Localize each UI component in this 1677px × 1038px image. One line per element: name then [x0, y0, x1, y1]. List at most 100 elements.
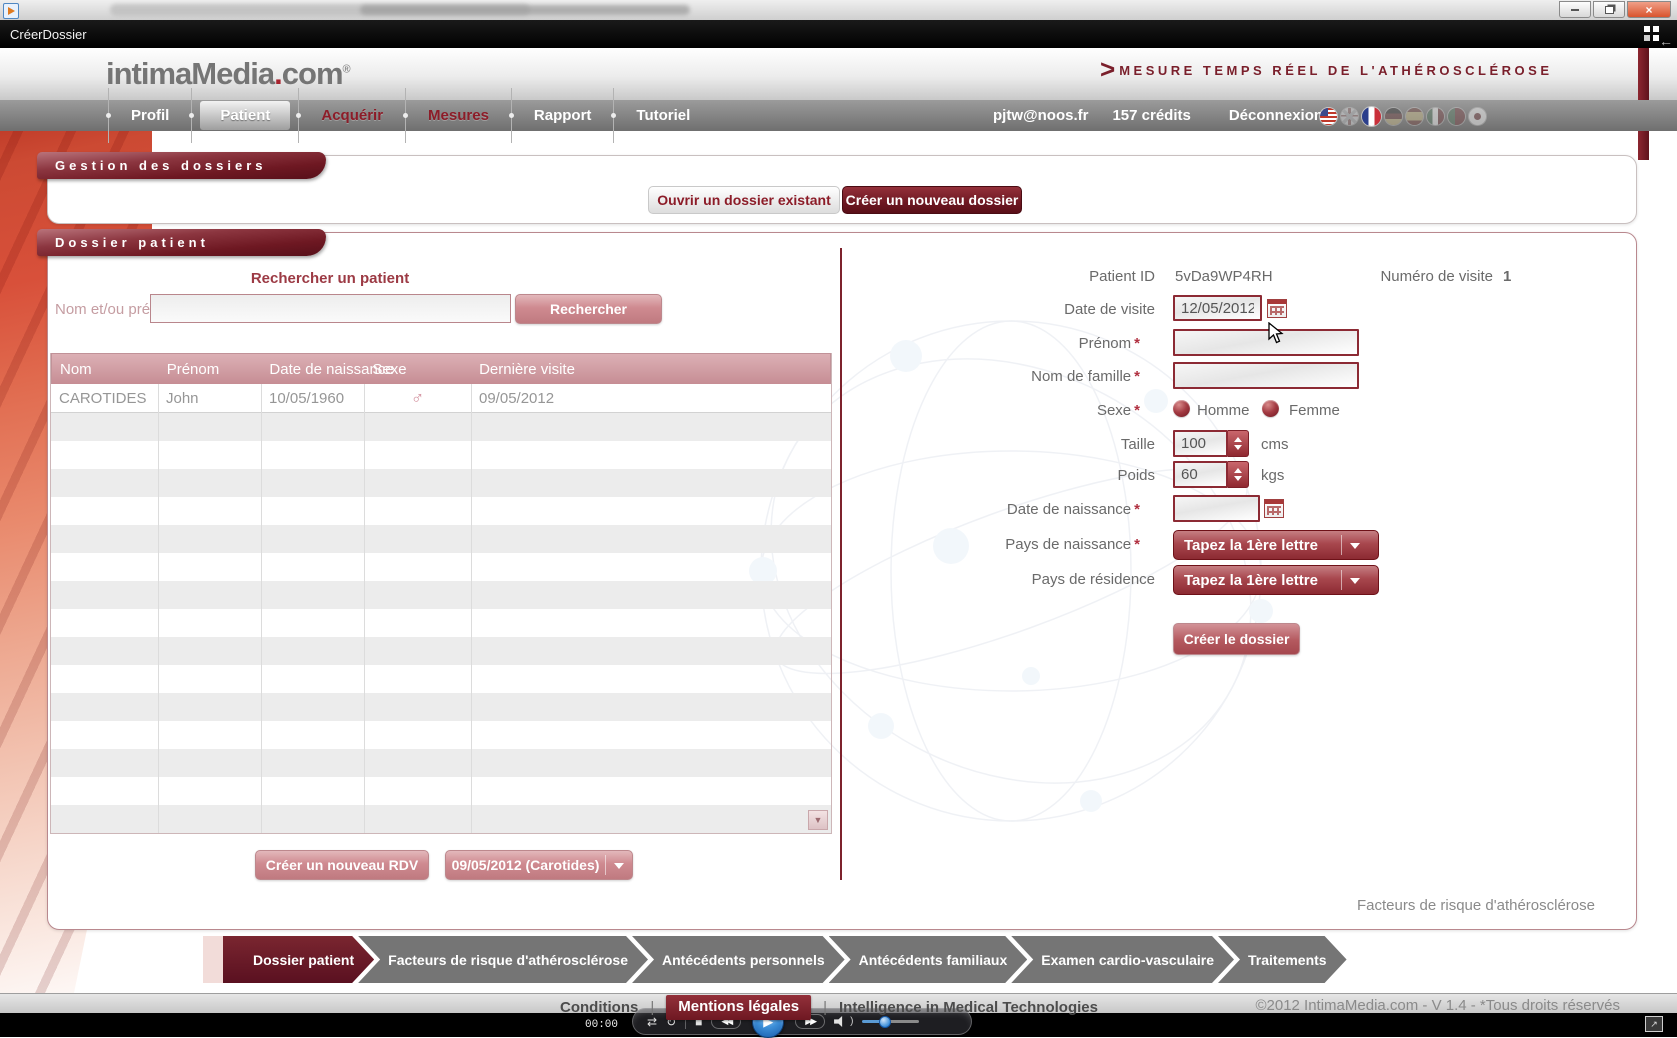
- volume-slider[interactable]: [862, 1020, 919, 1023]
- taille-stepper[interactable]: [1228, 430, 1249, 457]
- radio-homme[interactable]: [1173, 400, 1190, 417]
- flag-uk-icon[interactable]: [1341, 108, 1358, 125]
- wizard-step-facteurs[interactable]: Facteurs de risque d'athérosclérose: [358, 936, 648, 983]
- date-visite-label: Date de visite: [895, 301, 1155, 318]
- flag-us-icon[interactable]: [1320, 108, 1337, 125]
- patient-id-label: Patient ID: [1050, 268, 1155, 285]
- nav-item-patient[interactable]: Patient: [200, 101, 290, 130]
- male-icon: ♂: [364, 388, 471, 409]
- nav-item-mesures[interactable]: Mesures: [414, 101, 503, 130]
- search-button[interactable]: Rechercher: [515, 294, 662, 324]
- new-rdv-button[interactable]: Créer un nouveau RDV: [255, 850, 429, 880]
- nav-divider: [298, 88, 299, 143]
- table-body: CAROTIDES John 10/05/1960 ♂ 09/05/2012: [51, 384, 831, 833]
- nav-item-acquerir[interactable]: Acquérir: [307, 101, 397, 130]
- radio-femme[interactable]: [1262, 400, 1279, 417]
- main-nav: Profil Patient Acquérir Mesures Rapport …: [0, 100, 1677, 131]
- visit-number-value: 1: [1503, 268, 1511, 285]
- nav-item-tutoriel[interactable]: Tutoriel: [622, 101, 704, 130]
- empty-row: [51, 665, 831, 693]
- flag-pt-icon[interactable]: [1448, 108, 1465, 125]
- empty-row: [51, 777, 831, 805]
- sexe-label: Sexe: [1097, 402, 1131, 419]
- prenom-input[interactable]: [1173, 329, 1359, 356]
- imt-link[interactable]: Intelligence in Medical Technologies: [839, 999, 1098, 1016]
- expand-icon[interactable]: ↗: [1645, 1016, 1663, 1032]
- playback-time: 00:00: [585, 1019, 618, 1031]
- chevron-down-icon: [614, 863, 624, 874]
- radio-homme-label[interactable]: Homme: [1197, 402, 1250, 419]
- tab-creer-dossier[interactable]: Créer un nouveau dossier: [842, 186, 1022, 214]
- site-logo[interactable]: intimaMedia.com®: [106, 56, 350, 92]
- nav-item-rapport[interactable]: Rapport: [520, 101, 606, 130]
- flag-jp-icon[interactable]: [1469, 108, 1486, 125]
- visit-dropdown[interactable]: 09/05/2012 (Carotides): [445, 850, 633, 880]
- column-header-visite[interactable]: Dernière visite: [471, 361, 830, 378]
- taille-input[interactable]: [1173, 430, 1228, 457]
- nom-famille-input[interactable]: [1173, 362, 1359, 389]
- wizard-step-dossier-patient[interactable]: Dossier patient: [223, 936, 374, 983]
- conditions-link[interactable]: Conditions: [560, 999, 638, 1016]
- grid-icon[interactable]: [1644, 26, 1659, 41]
- poids-label: Poids: [895, 467, 1155, 484]
- wizard-step-antecedents-familiaux[interactable]: Antécédents familiaux: [829, 936, 1028, 983]
- date-naissance-input[interactable]: [1173, 495, 1260, 522]
- nav-item-profil[interactable]: Profil: [117, 101, 183, 130]
- dossier-ribbon-title: Dossier patient: [37, 229, 326, 256]
- table-row-patient[interactable]: CAROTIDES John 10/05/1960 ♂ 09/05/2012: [51, 384, 831, 413]
- calendar-icon[interactable]: [1267, 299, 1287, 318]
- minimize-icon: [1571, 9, 1579, 11]
- wizard-step-examen-cardio[interactable]: Examen cardio-vasculaire: [1011, 936, 1234, 983]
- chevron-down-icon: [1350, 578, 1360, 589]
- poids-stepper[interactable]: [1228, 461, 1249, 488]
- empty-row: [51, 441, 831, 469]
- taille-label: Taille: [895, 436, 1155, 453]
- player-app-icon: [3, 3, 19, 19]
- empty-row: [51, 581, 831, 609]
- stepper-down-icon: [1234, 476, 1242, 481]
- nom-famille-label: Nom de famille: [1031, 368, 1131, 385]
- column-header-nom[interactable]: Nom: [52, 361, 159, 378]
- tab-ouvrir-dossier[interactable]: Ouvrir un dossier existant: [648, 186, 840, 214]
- wizard-step-antecedents-personnels[interactable]: Antécédents personnels: [632, 936, 845, 983]
- empty-row: [51, 413, 831, 441]
- nav-divider: [108, 88, 109, 143]
- empty-row: [51, 609, 831, 637]
- column-header-prenom[interactable]: Prénom: [159, 361, 262, 378]
- close-icon: ×: [1645, 3, 1652, 17]
- pays-naissance-label: Pays de naissance: [1005, 536, 1131, 553]
- date-visite-input[interactable]: [1173, 295, 1262, 321]
- mentions-legales-link[interactable]: Mentions légales: [666, 995, 811, 1020]
- logout-link[interactable]: Déconnexion: [1215, 101, 1337, 130]
- visit-number-label: Numéro de visite: [1343, 268, 1493, 285]
- flag-es-icon[interactable]: [1406, 108, 1423, 125]
- flag-it-icon[interactable]: [1427, 108, 1444, 125]
- restore-button[interactable]: [1593, 1, 1625, 18]
- flag-de-icon[interactable]: [1385, 108, 1402, 125]
- minimize-button[interactable]: [1559, 1, 1591, 18]
- calendar-icon[interactable]: [1264, 499, 1284, 518]
- poids-input[interactable]: [1173, 461, 1228, 488]
- flag-fr-icon[interactable]: [1362, 107, 1381, 126]
- site-tagline: >MESURE TEMPS RÉEL DE L'ATHÉROSCLÉROSE: [1100, 54, 1540, 85]
- creer-dossier-button[interactable]: Créer le dossier: [1173, 623, 1300, 655]
- restore-icon: [1605, 6, 1614, 14]
- pays-naissance-dropdown[interactable]: Tapez la 1ère lettre: [1173, 530, 1379, 560]
- credits-count: 157 crédits: [1112, 107, 1190, 124]
- column-header-sexe[interactable]: Sexe: [364, 361, 471, 378]
- table-scroll-down-button[interactable]: ▼: [808, 810, 828, 830]
- window-title: CréerDossier: [10, 27, 87, 42]
- wizard-step-traitements[interactable]: Traitements: [1218, 936, 1347, 983]
- required-marker: *: [1134, 335, 1140, 352]
- pays-residence-dropdown[interactable]: Tapez la 1ère lettre: [1173, 565, 1379, 595]
- empty-row: [51, 469, 831, 497]
- search-input[interactable]: [150, 294, 511, 323]
- patient-id-value: 5vDa9WP4RH: [1175, 268, 1273, 285]
- radio-femme-label[interactable]: Femme: [1289, 402, 1340, 419]
- column-header-naissance[interactable]: Date de naissance: [261, 361, 364, 378]
- search-heading: Rechercher un patient: [150, 270, 510, 287]
- back-arrow-icon[interactable]: ←: [1659, 33, 1673, 49]
- nav-divider: [191, 88, 192, 143]
- browser-chrome: ×: [0, 0, 1677, 20]
- close-button[interactable]: ×: [1627, 1, 1671, 18]
